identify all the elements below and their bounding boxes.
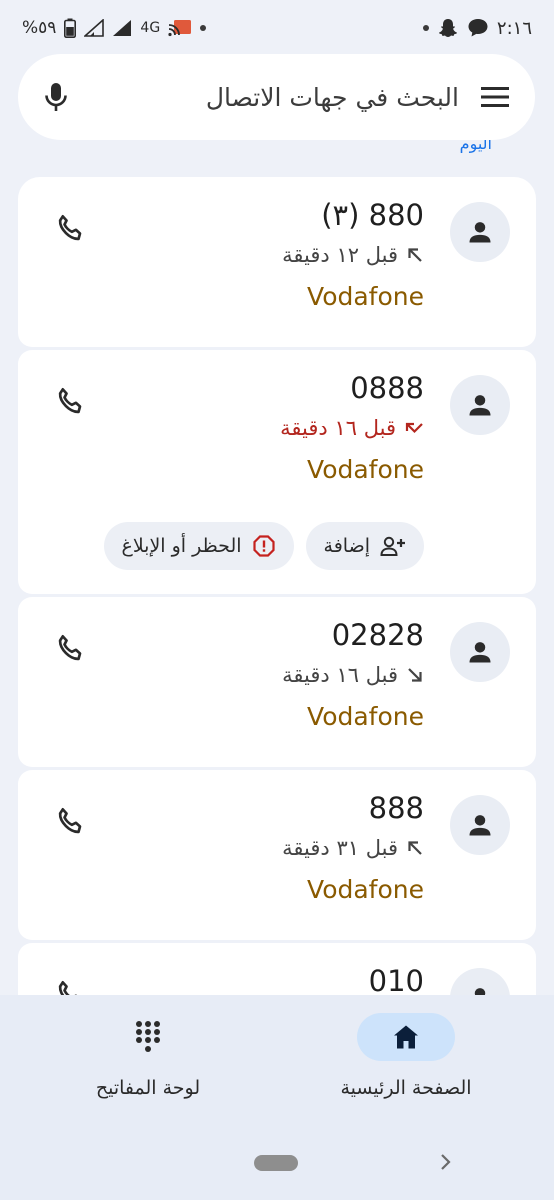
call-back-button[interactable] bbox=[54, 386, 86, 422]
call-time: قبل ١٢ دقيقة bbox=[282, 243, 398, 267]
call-time: قبل ١٦ دقيقة bbox=[280, 416, 396, 440]
call-back-button[interactable] bbox=[54, 213, 86, 249]
contact-avatar[interactable] bbox=[450, 202, 510, 262]
call-details: 0888 قبل ١٦ دقيقة Vodafone bbox=[280, 368, 424, 488]
caller-number: 0888 bbox=[350, 371, 424, 405]
signal-icon bbox=[84, 19, 105, 37]
person-icon bbox=[469, 642, 491, 663]
person-icon bbox=[469, 222, 491, 243]
call-time-row: قبل ١٢ دقيقة bbox=[282, 239, 424, 271]
nav-keypad[interactable]: لوحة المفاتيح bbox=[78, 1013, 218, 1099]
call-time: قبل ١٦ دقيقة bbox=[282, 663, 398, 687]
call-log-item[interactable]: 02828 قبل ١٦ دقيقة Vodafone bbox=[18, 597, 536, 767]
section-header-today: اليوم bbox=[459, 140, 492, 153]
add-contact-button[interactable]: إضافة bbox=[305, 522, 424, 570]
battery-icon bbox=[64, 18, 77, 38]
notification-dot bbox=[422, 25, 429, 31]
call-details: 880 (٣) قبل ١٢ دقيقة Vodafone bbox=[282, 195, 424, 315]
person-icon bbox=[469, 815, 491, 836]
caller-number: 02828 bbox=[331, 618, 424, 652]
nav-keypad-label: لوحة المفاتيح bbox=[95, 1077, 201, 1099]
clock: ٢:١٦ bbox=[496, 17, 532, 39]
dialpad-icon bbox=[136, 1021, 160, 1052]
contact-avatar[interactable] bbox=[450, 375, 510, 435]
add-contact-label: إضافة bbox=[323, 535, 370, 557]
menu-button[interactable] bbox=[481, 86, 509, 108]
call-back-button[interactable] bbox=[54, 633, 86, 669]
status-right: ٢:١٦ bbox=[422, 17, 532, 39]
call-history-list: 880 (٣) قبل ١٢ دقيقة Vodafone 0888 قبل ١… bbox=[18, 177, 536, 1116]
block-report-button[interactable]: الحظر أو الإبلاغ bbox=[103, 522, 294, 570]
carrier-name: Vodafone bbox=[307, 455, 424, 484]
alert-octagon-icon bbox=[252, 535, 275, 557]
add-person-icon bbox=[380, 536, 405, 556]
call-back-button[interactable] bbox=[54, 806, 86, 842]
cast-icon bbox=[168, 20, 192, 37]
home-icon bbox=[394, 1025, 418, 1049]
contacts-search-bar[interactable]: البحث في جهات الاتصال bbox=[18, 54, 535, 140]
phone-icon bbox=[58, 808, 82, 834]
incoming-call-arrow-icon bbox=[408, 668, 422, 682]
block-report-label: الحظر أو الإبلاغ bbox=[121, 535, 242, 557]
signal-icon-2 bbox=[113, 20, 132, 36]
call-time-row: قبل ١٦ دقيقة bbox=[280, 412, 424, 444]
hamburger-menu-icon bbox=[481, 87, 509, 107]
snapchat-icon bbox=[438, 19, 457, 37]
call-log-item-expanded[interactable]: 0888 قبل ١٦ دقيقة Vodafone إضافة الحظر أ… bbox=[18, 350, 536, 594]
carrier-name: Vodafone bbox=[307, 875, 424, 904]
call-log-item[interactable]: 880 (٣) قبل ١٢ دقيقة Vodafone bbox=[18, 177, 536, 347]
contact-avatar[interactable] bbox=[450, 622, 510, 682]
nav-keypad-indicator bbox=[99, 1013, 197, 1061]
missed-call-arrow-icon bbox=[405, 422, 423, 434]
nav-home-label: الصفحة الرئيسية bbox=[340, 1077, 472, 1099]
status-bar: %٥٩ 4G ٢:١٦ bbox=[0, 0, 554, 56]
carrier-name: Vodafone bbox=[307, 702, 424, 731]
outgoing-call-arrow-icon bbox=[408, 248, 422, 262]
chat-bubble-icon bbox=[468, 19, 488, 37]
phone-screen: %٥٩ 4G ٢:١٦ البحث في جهات الاتصال اليوم … bbox=[0, 0, 554, 1200]
back-chevron-button[interactable] bbox=[438, 1152, 454, 1176]
battery-percent: %٥٩ bbox=[22, 18, 57, 38]
call-details: 02828 قبل ١٦ دقيقة Vodafone bbox=[282, 615, 424, 735]
call-time-row: قبل ١٦ دقيقة bbox=[282, 659, 424, 691]
nav-home-indicator bbox=[357, 1013, 455, 1061]
outgoing-call-arrow-icon bbox=[408, 841, 422, 855]
person-icon bbox=[469, 395, 491, 416]
call-actions: إضافة الحظر أو الإبلاغ bbox=[103, 522, 424, 570]
contact-avatar[interactable] bbox=[450, 795, 510, 855]
status-left: %٥٩ 4G bbox=[22, 18, 207, 38]
nav-home[interactable]: الصفحة الرئيسية bbox=[334, 1013, 478, 1099]
caller-number: 880 (٣) bbox=[321, 198, 424, 232]
phone-icon bbox=[58, 635, 82, 661]
network-type: 4G bbox=[140, 20, 161, 36]
caller-number: 888 bbox=[368, 791, 424, 825]
voice-search-button[interactable] bbox=[44, 82, 68, 112]
phone-icon bbox=[58, 215, 82, 241]
call-log-item[interactable]: 888 قبل ٣١ دقيقة Vodafone bbox=[18, 770, 536, 940]
call-details: 888 قبل ٣١ دقيقة Vodafone bbox=[282, 788, 424, 908]
search-input[interactable]: البحث في جهات الاتصال bbox=[68, 83, 481, 112]
home-gesture-bar[interactable] bbox=[254, 1155, 298, 1171]
chevron-right-icon bbox=[441, 1154, 451, 1170]
call-time: قبل ٣١ دقيقة bbox=[282, 836, 398, 860]
carrier-name: Vodafone bbox=[307, 282, 424, 311]
microphone-icon bbox=[45, 83, 67, 111]
call-time-row: قبل ٣١ دقيقة bbox=[282, 832, 424, 864]
phone-icon bbox=[58, 388, 82, 414]
notification-dot bbox=[200, 25, 207, 31]
